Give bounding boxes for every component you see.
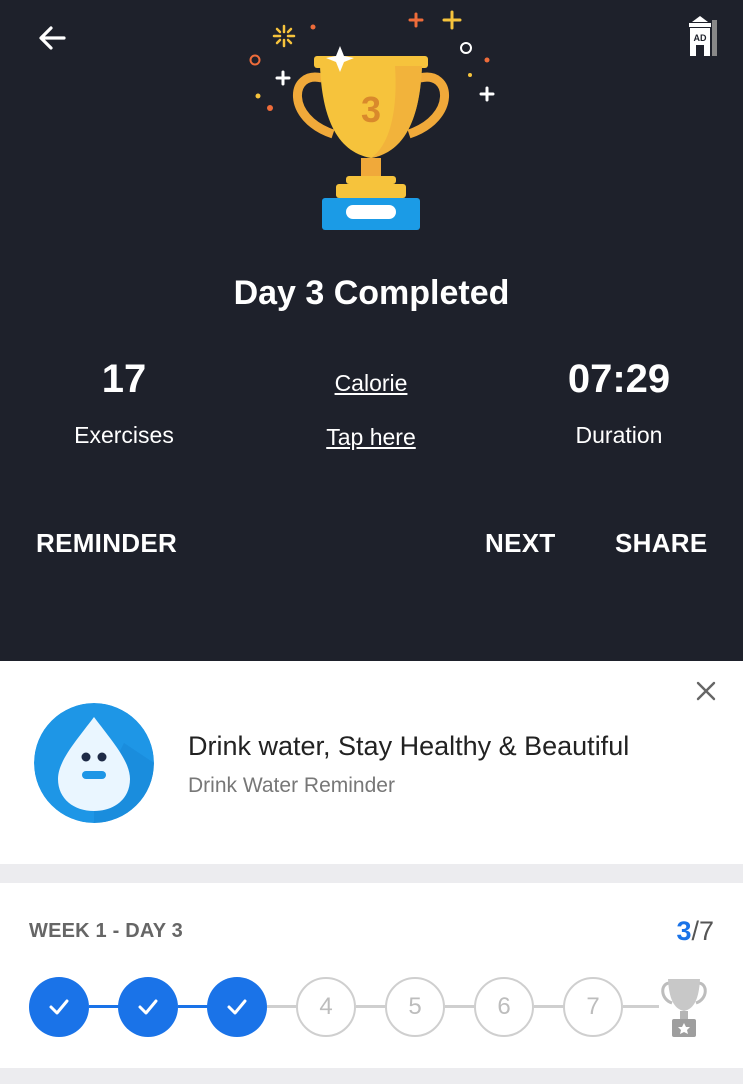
current-day-count: 3 xyxy=(676,916,692,946)
week-progress-card: WEEK 1 - DAY 3 3/7 4 5 6 7 xyxy=(0,883,743,1068)
day-1-circle[interactable] xyxy=(29,977,89,1037)
trophy-icon: 3 xyxy=(249,10,495,230)
close-icon xyxy=(696,681,716,701)
calorie-tap-here-link[interactable]: Tap here xyxy=(271,424,471,451)
water-drop-app-icon[interactable] xyxy=(34,703,154,823)
reminder-button[interactable]: REMINDER xyxy=(36,528,177,559)
progress-connector xyxy=(534,1005,564,1008)
day-3-circle[interactable] xyxy=(207,977,267,1037)
close-button[interactable] xyxy=(690,675,722,707)
exercises-label: Exercises xyxy=(74,422,174,448)
week-progress-count: 3/7 xyxy=(676,916,714,947)
day-6-circle[interactable]: 6 xyxy=(474,977,534,1037)
ad-button[interactable]: AD xyxy=(680,14,720,60)
promo-card[interactable]: Drink water, Stay Healthy & Beautiful Dr… xyxy=(0,661,743,864)
progress-connector xyxy=(267,1005,297,1008)
trophy-icon xyxy=(661,979,707,1037)
calorie-link[interactable]: Calorie xyxy=(271,370,471,397)
back-button[interactable] xyxy=(30,18,74,58)
next-button[interactable]: NEXT xyxy=(485,528,556,559)
exercises-count: 17 xyxy=(101,357,147,401)
share-button[interactable]: SHARE xyxy=(615,528,708,559)
promo-subtitle: Drink Water Reminder xyxy=(188,774,395,797)
day-2-circle[interactable] xyxy=(118,977,178,1037)
progress-connector xyxy=(356,1005,386,1008)
progress-connector xyxy=(445,1005,475,1008)
week-day-label: WEEK 1 - DAY 3 xyxy=(29,920,183,942)
ad-tower-icon: AD xyxy=(689,16,717,56)
check-icon xyxy=(49,999,69,1015)
day-7-circle[interactable]: 7 xyxy=(563,977,623,1037)
day-5-circle[interactable]: 5 xyxy=(385,977,445,1037)
back-arrow-icon xyxy=(39,26,66,50)
workout-complete-header: AD 3 Day 3 Completed 17 Exercises Calori… xyxy=(0,0,743,661)
day-4-circle[interactable]: 4 xyxy=(296,977,356,1037)
duration-value: 07:29 xyxy=(567,357,671,401)
day-completed-title: Day 3 Completed xyxy=(233,274,510,312)
check-icon xyxy=(138,999,158,1015)
duration-stat: 07:29 Duration xyxy=(519,356,719,450)
progress-connector xyxy=(623,1005,659,1008)
progress-connector xyxy=(89,1005,119,1008)
ad-badge-text: AD xyxy=(694,33,707,43)
duration-label: Duration xyxy=(575,422,663,448)
check-icon xyxy=(227,999,247,1015)
promo-title: Drink water, Stay Healthy & Beautiful xyxy=(188,731,630,761)
total-days-count: /7 xyxy=(691,916,714,946)
day-progress-track: 4 5 6 7 xyxy=(0,975,743,1039)
progress-connector xyxy=(178,1005,208,1008)
trophy-number: 3 xyxy=(361,89,381,130)
exercises-stat: 17 Exercises xyxy=(24,356,224,450)
